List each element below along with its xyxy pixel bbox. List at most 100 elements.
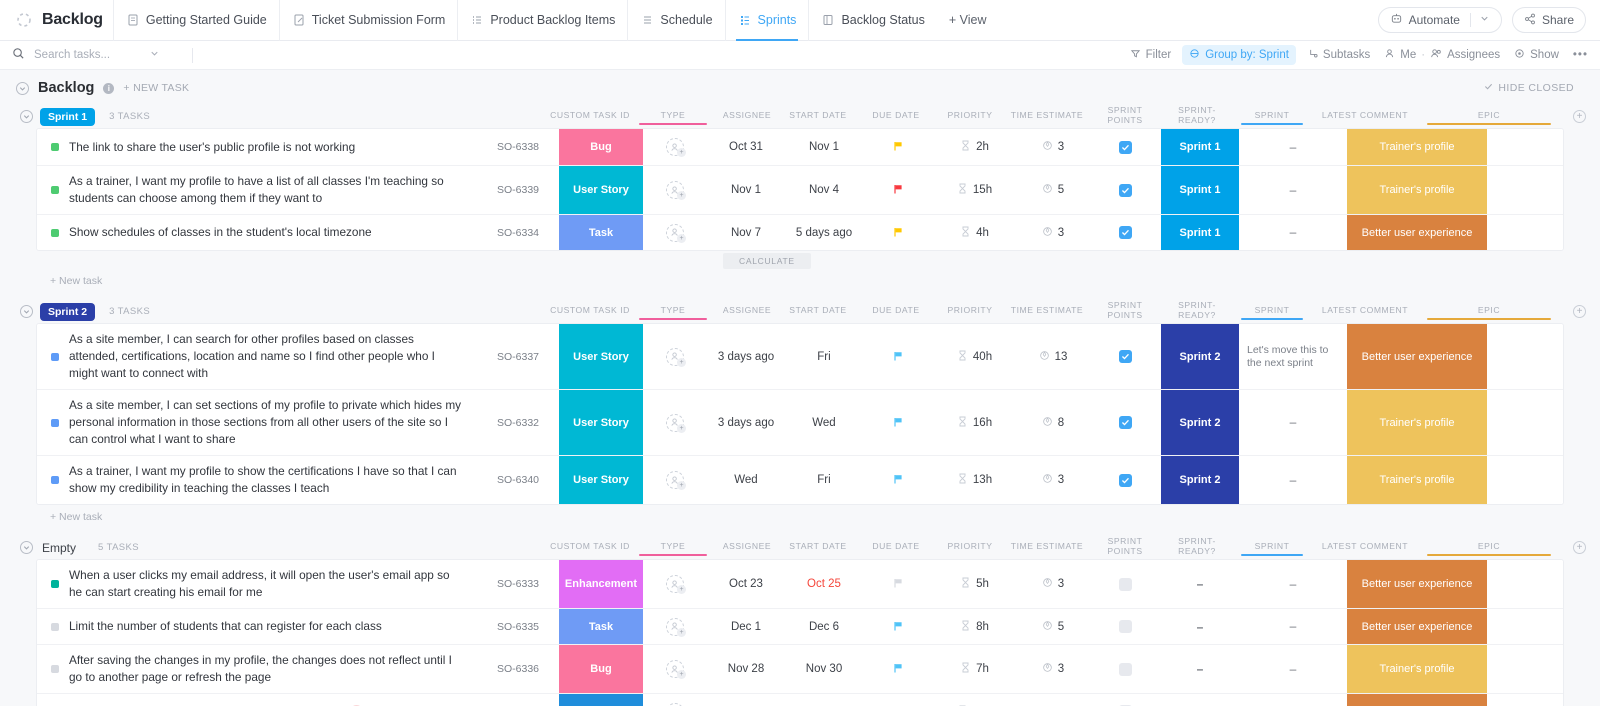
tab-add-view[interactable]: + View [937,0,999,41]
priority-flag-icon[interactable] [892,226,904,240]
status-dot-icon[interactable] [51,352,59,361]
cell-epic[interactable]: Better user experience [1347,694,1487,706]
cell-due-date[interactable]: 5 days ago [785,215,863,250]
table-row[interactable]: As a site member, I can search for other… [37,324,1563,389]
sprint-ready-checkbox[interactable] [1118,350,1132,363]
column-header[interactable]: DUE DATE [857,541,935,555]
cell-assignee[interactable]: + [643,129,707,165]
cell-due-date[interactable]: Nov 4 [785,166,863,214]
calculate-button[interactable]: CALCULATE [723,253,811,269]
more-options-button[interactable]: ••• [1573,49,1588,61]
cell-sprint-ready[interactable] [1089,390,1161,455]
cell-priority[interactable] [863,645,933,693]
status-dot-icon[interactable] [51,228,59,237]
cell-type[interactable]: User Story [559,456,643,504]
cell-epic[interactable]: Better user experience [1347,324,1487,389]
column-header[interactable]: CUSTOM TASK ID [549,110,631,124]
cell-time-estimate[interactable]: 15h [933,166,1017,214]
column-header[interactable]: SPRINT [1233,305,1311,320]
column-header[interactable]: LATEST COMMENT [1311,541,1419,555]
cell-sprint-ready[interactable] [1089,609,1161,644]
chevron-down-circle-icon[interactable] [16,81,29,95]
cell-task-name[interactable]: As a trainer, I want my profile to show … [37,456,477,504]
priority-flag-icon[interactable] [892,662,904,676]
cell-custom-task-id[interactable]: SO-6334 [477,215,559,250]
cell-latest-comment[interactable]: – [1239,390,1347,455]
cell-task-name[interactable]: After saving the changes in my profile, … [37,645,477,693]
cell-custom-task-id[interactable]: SO-6333 [477,560,559,608]
cell-assignee[interactable]: + [643,324,707,389]
cell-custom-task-id[interactable]: SO-6341 [477,694,559,706]
column-header[interactable]: SPRINT [1233,541,1311,556]
avatar[interactable]: + [666,413,686,433]
column-header[interactable]: SPRINT [1233,110,1311,125]
cell-sprint[interactable]: – [1161,560,1239,608]
cell-sprint-ready[interactable] [1089,215,1161,250]
cell-assignee[interactable]: + [643,390,707,455]
cell-start-date[interactable]: 3 days ago [707,324,785,389]
cell-sprint-points[interactable]: 5 [1017,609,1089,644]
tab-getting-started-guide[interactable]: Getting Started Guide [112,0,279,41]
cell-latest-comment[interactable]: – [1239,560,1347,608]
cell-latest-comment[interactable]: – [1239,609,1347,644]
priority-flag-icon[interactable] [892,183,904,197]
cell-time-estimate[interactable]: 8h [933,609,1017,644]
status-dot-icon[interactable] [51,622,59,631]
status-dot-icon[interactable] [51,143,59,151]
cell-type[interactable]: User Story [559,324,643,389]
cell-time-estimate[interactable]: 12h [933,694,1017,706]
status-dot-icon[interactable] [51,476,59,484]
avatar[interactable]: + [666,181,686,200]
subtasks-button[interactable]: Subtasks [1307,48,1370,62]
cell-assignee[interactable]: + [643,645,707,693]
column-header[interactable]: DUE DATE [857,110,935,124]
cell-custom-task-id[interactable]: SO-6338 [477,129,559,165]
cell-sprint-points[interactable]: 3 [1017,456,1089,504]
cell-epic[interactable]: Trainer's profile [1347,645,1487,693]
column-header[interactable]: START DATE [779,305,857,319]
cell-priority[interactable] [863,456,933,504]
column-header[interactable]: PRIORITY [935,541,1005,555]
priority-flag-icon[interactable] [892,620,904,634]
cell-time-estimate[interactable]: 5h [933,560,1017,608]
table-row[interactable]: As a site member, I can set sections of … [37,389,1563,455]
info-icon[interactable]: i [103,82,115,94]
tab-schedule[interactable]: Schedule [627,0,724,41]
sprint-ready-checkbox[interactable] [1118,183,1132,197]
column-header[interactable]: SPRINT POINTS [1089,105,1161,129]
cell-start-date[interactable]: Wed [707,456,785,504]
cell-priority[interactable] [863,215,933,250]
cell-due-date[interactable]: Fri [785,456,863,504]
me-button[interactable]: Me · [1384,48,1425,62]
chevron-down-icon[interactable] [149,48,160,62]
column-header[interactable]: SPRINT-READY? [1161,536,1233,560]
cell-time-estimate[interactable]: 16h [933,390,1017,455]
cell-custom-task-id[interactable]: SO-6335 [477,609,559,644]
automate-button[interactable]: Automate [1377,7,1502,33]
cell-task-name[interactable]: Show schedules of classes in the student… [37,215,477,250]
plus-circle-icon[interactable]: + [1573,541,1586,554]
table-row[interactable]: The link to share the user's public prof… [37,129,1563,165]
cell-start-date[interactable]: Dec 6 [707,694,785,706]
cell-time-estimate[interactable]: 4h [933,215,1017,250]
group-collapse-icon[interactable] [20,541,33,554]
cell-type[interactable]: User Story [559,166,643,214]
priority-flag-icon[interactable] [892,473,904,487]
cell-sprint-ready[interactable] [1089,456,1161,504]
cell-sprint-points[interactable]: 3 [1017,560,1089,608]
column-header[interactable]: TYPE [631,541,715,556]
column-header[interactable]: SPRINT-READY? [1161,300,1233,324]
cell-type[interactable]: Task [559,609,643,644]
cell-sprint-points[interactable]: 3 [1017,215,1089,250]
cell-sprint[interactable]: Sprint 1 [1161,129,1239,165]
sprint-ready-checkbox[interactable] [1118,416,1132,429]
cell-latest-comment[interactable]: – [1239,645,1347,693]
assignees-button[interactable]: Assignees [1430,48,1500,62]
cell-due-date[interactable]: Dec 6 [785,609,863,644]
column-header[interactable]: LATEST COMMENT [1311,110,1419,124]
avatar[interactable]: + [666,471,686,490]
cell-type[interactable]: User Story [559,390,643,455]
cell-assignee[interactable]: + [643,215,707,250]
cell-custom-task-id[interactable]: SO-6336 [477,645,559,693]
cell-sprint[interactable]: – [1161,609,1239,644]
